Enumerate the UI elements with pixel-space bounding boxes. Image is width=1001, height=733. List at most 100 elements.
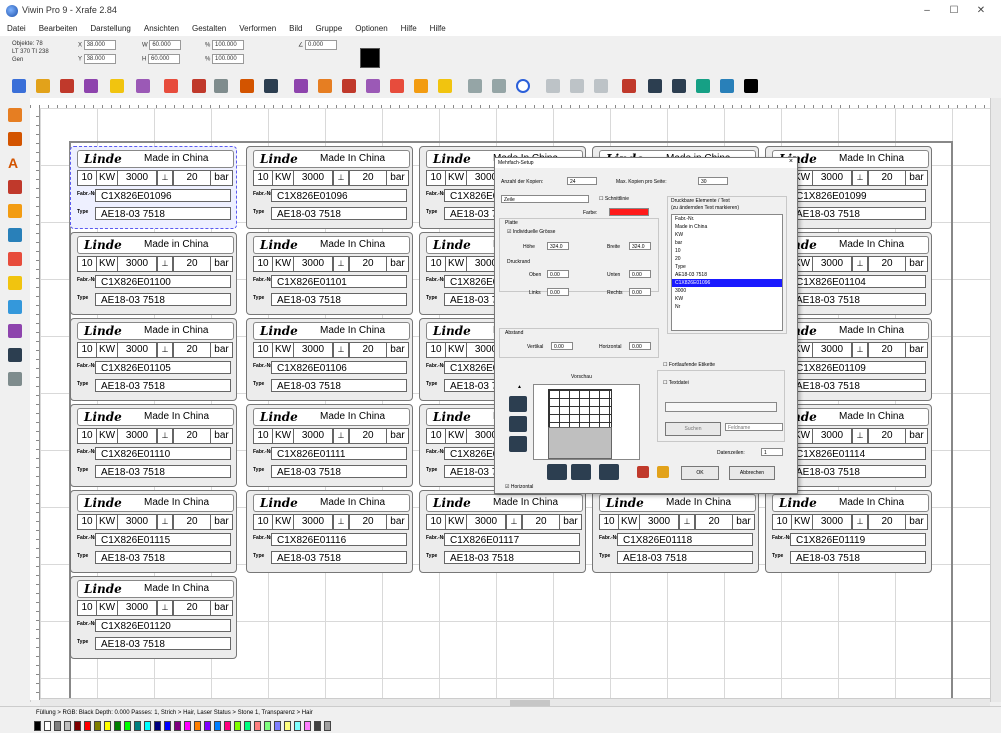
dialog-close-button[interactable]: ×	[789, 158, 793, 165]
order-horizontal-icon[interactable]	[547, 464, 567, 480]
palette-swatch[interactable]	[104, 721, 111, 731]
palette-swatch[interactable]	[134, 721, 141, 731]
menu-hilfe-2[interactable]: Hilfe	[423, 22, 452, 33]
mirror-icon[interactable]	[366, 79, 380, 93]
schnittlinie-checkbox[interactable]: ☐ Schnittlinie	[599, 196, 629, 202]
redo-icon[interactable]	[214, 79, 228, 93]
breite-input[interactable]: 324.0	[629, 242, 651, 250]
arrow-up-icon[interactable]: ▲	[517, 384, 522, 390]
print-icon[interactable]	[84, 79, 98, 93]
palette-swatch[interactable]	[324, 721, 331, 731]
grid-icon[interactable]	[468, 79, 482, 93]
palette-swatch[interactable]	[184, 721, 191, 731]
element-list-item[interactable]: 20	[672, 255, 782, 263]
fill-icon[interactable]	[414, 79, 428, 93]
nameplate-label[interactable]: Linde Made In China 10KW3000⊥20bar Fabr.-Nr…	[246, 404, 413, 487]
max-copies-input[interactable]: 30	[698, 177, 728, 185]
ungroup-icon[interactable]	[318, 79, 332, 93]
delete-icon[interactable]	[240, 79, 254, 93]
maximize-button[interactable]: ☐	[945, 4, 963, 18]
palette-swatch[interactable]	[84, 721, 91, 731]
palette-swatch[interactable]	[64, 721, 71, 731]
palette-swatch[interactable]	[154, 721, 161, 731]
datenzeilen-input[interactable]: 1	[761, 448, 783, 456]
palette-swatch[interactable]	[44, 721, 51, 731]
textdatei-path-input[interactable]	[665, 402, 777, 412]
menu-darstellung[interactable]: Darstellung	[83, 22, 136, 33]
vertical-scrollbar[interactable]	[990, 98, 1001, 702]
palette-swatch[interactable]	[34, 721, 41, 731]
individual-size-checkbox[interactable]: ☑ Individuelle Grösse	[507, 229, 555, 235]
element-list-item[interactable]: Made in China	[672, 223, 782, 231]
settings-icon[interactable]	[637, 466, 649, 478]
menu-hilfe[interactable]: Hilfe	[394, 22, 423, 33]
layout-rows-icon[interactable]	[509, 396, 527, 412]
palette-swatch[interactable]	[74, 721, 81, 731]
fill-tool-icon[interactable]	[8, 324, 22, 338]
folder-icon[interactable]	[657, 466, 669, 478]
scale-y-field[interactable]: 100.000	[212, 54, 245, 64]
menu-ansichten[interactable]: Ansichten	[137, 22, 185, 33]
palette-swatch[interactable]	[94, 721, 101, 731]
element-list-item[interactable]: 3000	[672, 287, 782, 295]
contour-icon[interactable]	[438, 79, 452, 93]
farbe-color-select[interactable]	[609, 208, 649, 216]
menu-bild[interactable]: Bild	[282, 22, 308, 33]
fortlaufend-checkbox[interactable]: ☐ Fortlaufende Etikette	[663, 362, 715, 368]
palette-swatch[interactable]	[124, 721, 131, 731]
suchen-button[interactable]: Suchen	[665, 422, 721, 436]
element-list-item[interactable]: Fabr.-Nr.	[672, 215, 782, 223]
measure-tool-icon[interactable]	[8, 348, 22, 362]
menu-optionen[interactable]: Optionen	[348, 22, 393, 33]
hoehe-input[interactable]: 324.0	[547, 242, 569, 250]
color-swatch[interactable]	[360, 48, 380, 68]
palette-swatch[interactable]	[284, 721, 291, 731]
palette-swatch[interactable]	[234, 721, 241, 731]
palette-swatch[interactable]	[304, 721, 311, 731]
trim-icon[interactable]	[570, 79, 584, 93]
select-tool-icon[interactable]	[8, 108, 22, 122]
move-icon[interactable]	[744, 79, 758, 93]
nameplate-label[interactable]: Linde Made In China 10KW3000⊥20bar Fabr.-Nr…	[246, 146, 413, 229]
nameplate-label[interactable]: Linde Made In China 10KW3000⊥20bar Fabr.-Nr…	[765, 490, 932, 573]
palette-swatch[interactable]	[294, 721, 301, 731]
palette-swatch[interactable]	[194, 721, 201, 731]
nameplate-label[interactable]: Linde Made In China 10KW3000⊥20bar Fabr.-Nr…	[70, 404, 237, 487]
node-tool-icon[interactable]	[8, 132, 22, 146]
align-icon[interactable]	[342, 79, 356, 93]
menu-verformen[interactable]: Verformen	[232, 22, 282, 33]
palette-swatch[interactable]	[214, 721, 221, 731]
unten-input[interactable]: 0.00	[629, 270, 651, 278]
y-field[interactable]: 38.000	[83, 54, 116, 64]
nameplate-label[interactable]: Linde Made In China 10KW3000⊥20bar Fabr.-Nr…	[592, 490, 759, 573]
rectangle-tool-icon[interactable]	[8, 252, 22, 266]
oben-input[interactable]: 0.00	[547, 270, 569, 278]
rotation-field[interactable]: 0.000	[305, 40, 338, 50]
node-icon[interactable]	[516, 79, 530, 93]
x-field[interactable]: 38.000	[83, 40, 116, 50]
rotate-icon[interactable]	[390, 79, 404, 93]
menu-gruppe[interactable]: Gruppe	[309, 22, 349, 33]
menu-bearbeiten[interactable]: Bearbeiten	[32, 22, 84, 33]
nameplate-label[interactable]: Linde Made in China 10KW3000⊥20bar Fabr.-Nr…	[70, 232, 237, 315]
horizontal-checkbox[interactable]: ☑ Horizontal	[505, 484, 533, 490]
layout-single-icon[interactable]	[509, 436, 527, 452]
paste-icon[interactable]	[164, 79, 178, 93]
nameplate-label[interactable]: Linde Made in China 10KW3000⊥20bar Fabr.-Nr…	[70, 318, 237, 401]
camera-icon[interactable]	[696, 79, 710, 93]
element-list-item[interactable]: 10	[672, 247, 782, 255]
palette-swatch[interactable]	[174, 721, 181, 731]
close-button[interactable]: ✕	[972, 4, 990, 18]
vertikal-input[interactable]: 0.00	[551, 342, 573, 350]
nameplate-label[interactable]: Linde Made In China 10KW3000⊥20bar Fabr.-Nr…	[246, 490, 413, 573]
element-list-item[interactable]: Type	[672, 263, 782, 271]
rechts-input[interactable]: 0.00	[629, 288, 651, 296]
textdatei-checkbox[interactable]: ☐ Textdatei	[663, 380, 689, 386]
palette-swatch[interactable]	[114, 721, 121, 731]
palette-swatch[interactable]	[224, 721, 231, 731]
zoom-tool-icon[interactable]	[8, 204, 22, 218]
element-list-item[interactable]: C1X826E01096	[672, 279, 782, 287]
links-input[interactable]: 0.00	[547, 288, 569, 296]
mode-select[interactable]: Zeile	[501, 195, 589, 203]
palette-swatch[interactable]	[54, 721, 61, 731]
